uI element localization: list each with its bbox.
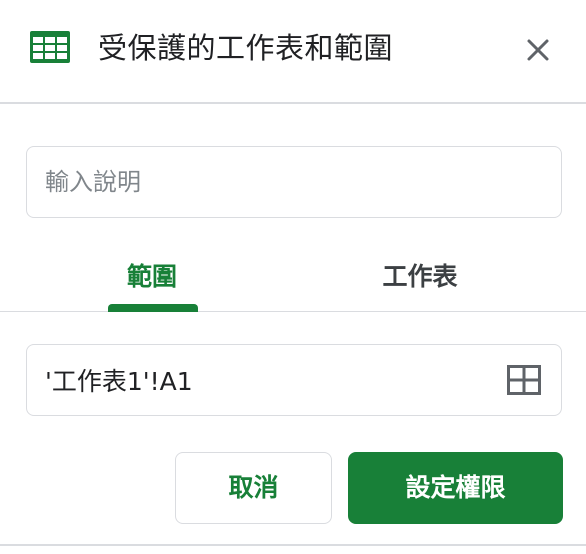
close-icon[interactable]: [520, 32, 556, 68]
tab-sheet[interactable]: 工作表: [344, 242, 496, 312]
dialog-header: 受保護的工作表和範圍: [0, 0, 586, 104]
grid-select-icon[interactable]: [507, 365, 541, 395]
tab-range[interactable]: 範圍: [76, 242, 228, 312]
google-sheets-icon: [30, 31, 70, 63]
cancel-button[interactable]: 取消: [175, 452, 332, 524]
bottom-divider: [0, 544, 586, 546]
range-input[interactable]: [45, 345, 495, 414]
description-input[interactable]: [26, 146, 562, 218]
range-field: [26, 344, 562, 416]
set-permissions-button[interactable]: 設定權限: [348, 452, 563, 524]
active-tab-indicator: [108, 304, 198, 312]
dialog-title: 受保護的工作表和範圍: [98, 31, 394, 65]
tab-bar: 範圍 工作表: [0, 242, 586, 312]
